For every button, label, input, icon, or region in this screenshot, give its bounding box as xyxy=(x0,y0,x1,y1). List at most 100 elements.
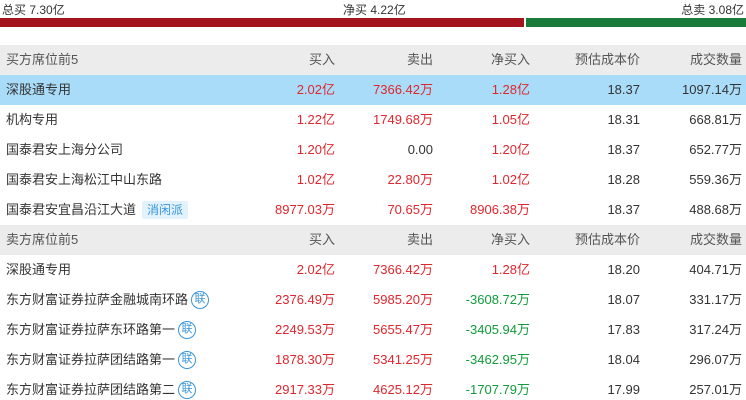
table-row[interactable]: 东方财富证券拉萨金融城南环路联 2376.49万 5985.20万 -3608.72万… xyxy=(0,285,746,315)
seat-table: 买方席位前5 买入 卖出 净买入 预估成本价 成交数量 深股通专用 2.02亿 7366.42万… xyxy=(0,45,746,400)
seat-name: 东方财富证券拉萨东环路第一联 xyxy=(6,315,197,345)
net-value: -3405.94万 xyxy=(465,322,530,337)
buy-value: 2.02亿 xyxy=(296,82,335,97)
seat-name-text[interactable]: 机构专用 xyxy=(6,112,58,127)
seat-tag-badge[interactable]: 消闲派 xyxy=(142,200,189,219)
est-cost-value: 18.37 xyxy=(607,202,640,217)
seat-name-text[interactable]: 国泰君安上海松江中山东路 xyxy=(6,172,162,187)
table-row[interactable]: 东方财富证券拉萨团结路第二联 2917.33万 4625.12万 -1707.79万 1… xyxy=(0,375,746,400)
seat-name: 机构专用 xyxy=(6,105,58,135)
seat-name-text[interactable]: 东方财富证券拉萨东环路第一 xyxy=(6,322,175,337)
sell-value: 5341.25万 xyxy=(373,352,433,367)
col-seat-header: 卖方席位前5 xyxy=(6,232,79,247)
volume-value: 296.07万 xyxy=(689,352,742,367)
net-value: 1.05亿 xyxy=(491,112,530,127)
net-value: 8906.38万 xyxy=(470,202,530,217)
total-sell-label: 总卖 3.08亿 xyxy=(681,3,744,17)
est-cost-value: 17.99 xyxy=(607,382,640,397)
est-cost-value: 18.37 xyxy=(607,82,640,97)
col-buy-header: 买入 xyxy=(308,232,335,247)
table-row[interactable]: 国泰君安上海分公司 1.20亿 0.00 1.20亿 18.37 652.77万 xyxy=(0,135,746,165)
est-cost-value: 18.28 xyxy=(607,172,640,187)
net-value: -3462.95万 xyxy=(465,352,530,367)
buy-value: 2.02亿 xyxy=(296,262,335,277)
sell-value: 0.00 xyxy=(407,142,433,157)
summary-line: 总买 7.30亿 净买 4.22亿 总卖 3.08亿 xyxy=(0,0,746,18)
volume-value: 257.01万 xyxy=(689,382,742,397)
est-cost-value: 18.07 xyxy=(607,292,640,307)
sell-value: 5655.47万 xyxy=(373,322,433,337)
volume-value: 404.71万 xyxy=(689,262,742,277)
seat-name-text[interactable]: 东方财富证券拉萨金融城南环路 xyxy=(6,292,188,307)
linked-seat-icon[interactable]: 联 xyxy=(178,320,197,339)
sell-value: 22.80万 xyxy=(387,172,433,187)
buy-value: 1.20亿 xyxy=(296,142,335,157)
table-row[interactable]: 东方财富证券拉萨东环路第一联 2249.53万 5655.47万 -3405.94万 1… xyxy=(0,315,746,345)
table-row[interactable]: 深股通专用 2.02亿 7366.42万 1.28亿 18.37 1097.14万 xyxy=(0,75,746,105)
buy-value: 2917.33万 xyxy=(275,382,335,397)
col-est-cost-header: 预估成本价 xyxy=(574,232,640,247)
seat-name-text[interactable]: 东方财富证券拉萨团结路第二 xyxy=(6,382,175,397)
net-value: 1.20亿 xyxy=(491,142,530,157)
volume-value: 317.24万 xyxy=(689,322,742,337)
sell-value: 1749.68万 xyxy=(373,112,433,127)
table-row[interactable]: 国泰君安上海松江中山东路 1.02亿 22.80万 1.02亿 18.28 559.36万 xyxy=(0,165,746,195)
col-volume-header: 成交数量 xyxy=(689,232,742,247)
net-value: -3608.72万 xyxy=(465,292,530,307)
sell-value: 7366.42万 xyxy=(373,262,433,277)
net-buy-label: 净买 4.22亿 xyxy=(343,3,406,17)
buy-value: 8977.03万 xyxy=(275,202,335,217)
volume-value: 1097.14万 xyxy=(682,82,742,97)
buy-value: 2249.53万 xyxy=(275,322,335,337)
seat-name: 国泰君安上海松江中山东路 xyxy=(6,165,162,195)
linked-seat-icon[interactable]: 联 xyxy=(178,350,197,369)
linked-seat-icon[interactable]: 联 xyxy=(191,290,210,309)
total-buy-label: 总买 7.30亿 xyxy=(2,3,65,17)
seat-name-text[interactable]: 国泰君安上海分公司 xyxy=(6,142,123,157)
est-cost-value: 17.83 xyxy=(607,322,640,337)
col-sell-header: 卖出 xyxy=(406,52,433,67)
col-sell-header: 卖出 xyxy=(406,232,433,247)
sell-value: 7366.42万 xyxy=(373,82,433,97)
buy-value: 1.02亿 xyxy=(296,172,335,187)
sell-ratio-bar xyxy=(526,18,746,27)
volume-value: 488.68万 xyxy=(689,202,742,217)
table-row[interactable]: 机构专用 1.22亿 1749.68万 1.05亿 18.31 668.81万 xyxy=(0,105,746,135)
net-value: 1.28亿 xyxy=(491,262,530,277)
buy-value: 2376.49万 xyxy=(275,292,335,307)
col-volume-header: 成交数量 xyxy=(689,52,742,67)
table-row[interactable]: 东方财富证券拉萨团结路第一联 1878.30万 5341.25万 -3462.95万 1… xyxy=(0,345,746,375)
net-value: 1.28亿 xyxy=(491,82,530,97)
sell-value: 5985.20万 xyxy=(373,292,433,307)
buy-ratio-bar xyxy=(0,18,525,27)
sell-value: 4625.12万 xyxy=(373,382,433,397)
col-buy-header: 买入 xyxy=(308,52,335,67)
seat-name: 深股通专用 xyxy=(6,75,71,105)
net-value: -1707.79万 xyxy=(465,382,530,397)
net-value: 1.02亿 xyxy=(491,172,530,187)
est-cost-value: 18.31 xyxy=(607,112,640,127)
sell-value: 70.65万 xyxy=(387,202,433,217)
seat-name-text[interactable]: 深股通专用 xyxy=(6,262,71,277)
seat-name: 东方财富证券拉萨团结路第一联 xyxy=(6,345,197,375)
seat-name: 东方财富证券拉萨团结路第二联 xyxy=(6,375,197,400)
buy-value: 1878.30万 xyxy=(275,352,335,367)
col-est-cost-header: 预估成本价 xyxy=(574,52,640,67)
seat-name-text[interactable]: 深股通专用 xyxy=(6,82,71,97)
table-row[interactable]: 深股通专用 2.02亿 7366.42万 1.28亿 18.20 404.71万 xyxy=(0,255,746,285)
col-net-buy-header: 净买入 xyxy=(490,232,530,247)
seat-name: 国泰君安上海分公司 xyxy=(6,135,123,165)
volume-value: 652.77万 xyxy=(689,142,742,157)
linked-seat-icon[interactable]: 联 xyxy=(178,380,197,399)
col-net-buy-header: 净买入 xyxy=(490,52,530,67)
buy-sell-ratio-bar xyxy=(0,18,746,27)
table-row[interactable]: 国泰君安宜昌沿江大道 消闲派 8977.03万 70.65万 8906.38万 18.37… xyxy=(0,195,746,225)
volume-value: 559.36万 xyxy=(689,172,742,187)
buy-section-header: 买方席位前5 买入 卖出 净买入 预估成本价 成交数量 xyxy=(0,45,746,75)
est-cost-value: 18.20 xyxy=(607,262,640,277)
est-cost-value: 18.04 xyxy=(607,352,640,367)
seat-name-text[interactable]: 东方财富证券拉萨团结路第一 xyxy=(6,352,175,367)
seat-name: 深股通专用 xyxy=(6,255,71,285)
seat-name-text[interactable]: 国泰君安宜昌沿江大道 xyxy=(6,202,136,217)
col-seat-header: 买方席位前5 xyxy=(6,52,79,67)
